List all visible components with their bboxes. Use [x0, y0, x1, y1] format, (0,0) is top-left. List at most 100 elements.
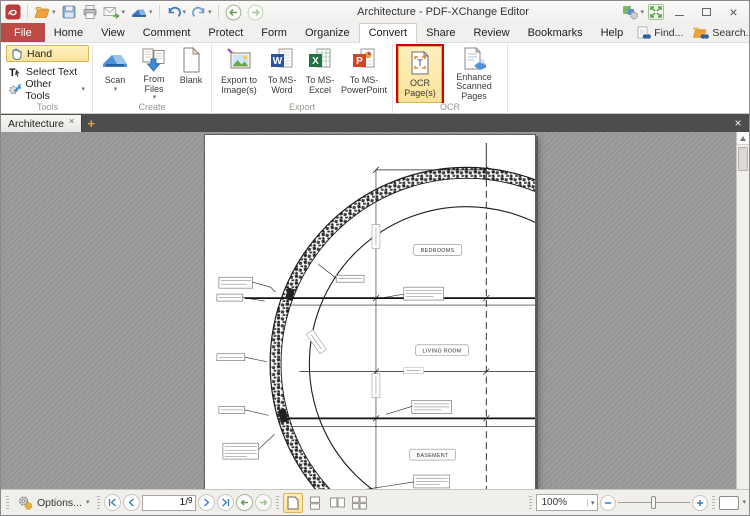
other-tools-icon	[9, 83, 22, 94]
ocr-pages-button[interactable]: T OCR Page(s)	[398, 46, 442, 103]
close-pane-icon[interactable]: ×	[727, 114, 749, 132]
documents-icon	[142, 48, 165, 72]
print-button[interactable]	[80, 3, 100, 21]
dropdown-caret[interactable]: ▾	[122, 9, 126, 16]
find-icon	[637, 26, 652, 39]
gears-icon	[18, 495, 33, 510]
dropdown-caret[interactable]: ▾	[86, 499, 90, 506]
email-button[interactable]: ▾	[101, 3, 128, 21]
options-button[interactable]: Options... ▾	[13, 494, 93, 512]
scan-ribbon-button[interactable]: Scan ▾	[96, 44, 134, 101]
export-to-images-button[interactable]: Export to Image(s)	[215, 44, 263, 101]
room-label-basement: BASEMENT	[409, 448, 456, 461]
tab-protect[interactable]: Protect	[199, 23, 252, 42]
toolbar-grip	[276, 495, 280, 510]
document-canvas[interactable]: BEDROOMS LIVING ROOM BASEMENT	[1, 132, 749, 489]
document-tab-architecture[interactable]: Architecture ×	[1, 115, 83, 132]
tab-convert[interactable]: Convert	[358, 23, 418, 43]
status-bar: Options... ▾ 1/9 100% ▾ ▾	[1, 489, 749, 515]
from-files-button[interactable]: From Files ▾	[134, 44, 174, 101]
slider-handle[interactable]	[650, 496, 656, 509]
new-tab-button[interactable]: +	[82, 114, 100, 132]
vertical-scrollbar[interactable]	[736, 132, 749, 489]
scan-button[interactable]: ▾	[128, 3, 155, 21]
enhance-scanned-pages-button[interactable]: Enhance Scanned Pages	[444, 44, 504, 101]
pdf-page[interactable]: BEDROOMS LIVING ROOM BASEMENT	[204, 134, 536, 489]
scrollbar-thumb[interactable]	[738, 147, 748, 171]
save-button[interactable]	[59, 3, 79, 21]
options-label: Options...	[37, 496, 82, 509]
next-page-button[interactable]	[198, 494, 216, 511]
title-bar: ▾ ▾ ▾ ▾ ▾ Architecture - PDF-XChange Edi…	[1, 1, 749, 23]
to-ms-excel-button[interactable]: X To MS-Excel	[301, 44, 339, 101]
hand-tool-button[interactable]: Hand	[6, 45, 89, 62]
dropdown-caret[interactable]: ▾	[586, 498, 598, 507]
svg-text:BEDROOMS: BEDROOMS	[421, 248, 455, 254]
fit-page-button[interactable]	[719, 495, 740, 510]
single-page-layout-button[interactable]	[283, 492, 304, 513]
svg-text:W: W	[273, 56, 283, 67]
two-page-continuous-layout-button[interactable]	[349, 493, 369, 513]
ui-options-icon[interactable]: ▾	[620, 3, 646, 21]
tab-form[interactable]: Form	[252, 23, 296, 42]
dropdown-caret[interactable]: ▾	[208, 9, 212, 16]
dropdown-caret[interactable]: ▾	[153, 94, 157, 101]
scroll-up-button[interactable]	[737, 132, 749, 145]
undo-button[interactable]: ▾	[164, 3, 189, 21]
svg-text:P: P	[356, 56, 363, 67]
export-image-icon	[227, 48, 251, 69]
find-button[interactable]: Find...	[632, 25, 687, 41]
view-forward-button[interactable]	[255, 494, 273, 511]
tab-close-icon[interactable]: ×	[69, 116, 74, 126]
window-title: Architecture - PDF-XChange Editor	[357, 6, 529, 18]
dropdown-caret[interactable]: ▾	[52, 9, 56, 16]
tab-organize[interactable]: Organize	[296, 23, 359, 42]
tab-share[interactable]: Share	[417, 23, 464, 42]
close-button[interactable]: ×	[720, 3, 747, 21]
previous-page-button[interactable]	[123, 494, 141, 511]
dropdown-caret[interactable]: ▾	[149, 9, 153, 16]
redo-button[interactable]: ▾	[189, 3, 214, 21]
dropdown-caret[interactable]: ▾	[640, 9, 644, 16]
powerpoint-icon: P	[353, 48, 375, 68]
fullscreen-button[interactable]	[646, 3, 666, 21]
zoom-out-button[interactable]	[600, 494, 617, 511]
dropdown-caret[interactable]: ▾	[114, 86, 118, 93]
last-page-button[interactable]	[217, 494, 235, 511]
dropdown-caret[interactable]: ▾	[742, 499, 746, 506]
zoom-in-button[interactable]	[692, 494, 709, 511]
ribbon-group-export: Export to Image(s) W To MS-Word X To MS-…	[212, 44, 393, 113]
to-ms-word-button[interactable]: W To MS-Word	[263, 44, 301, 101]
blank-document-button[interactable]: Blank	[174, 44, 208, 101]
tab-bookmarks[interactable]: Bookmarks	[519, 23, 592, 42]
continuous-layout-button[interactable]	[305, 493, 325, 513]
pdf-xchange-editor-window: ▾ ▾ ▾ ▾ ▾ Architecture - PDF-XChange Edi…	[0, 0, 750, 516]
tab-view[interactable]: View	[92, 23, 134, 42]
room-label-bedrooms: BEDROOMS	[413, 244, 462, 256]
tab-help[interactable]: Help	[592, 23, 633, 42]
zoom-slider[interactable]	[618, 494, 691, 511]
tab-review[interactable]: Review	[464, 23, 518, 42]
zoom-value: 100%	[541, 497, 568, 508]
history-forward-button[interactable]	[245, 3, 266, 21]
maximize-button[interactable]	[693, 3, 720, 21]
search-icon	[693, 27, 710, 39]
toolbar-grip	[529, 495, 533, 510]
two-page-layout-button[interactable]	[327, 493, 347, 513]
zoom-level-select[interactable]: 100% ▾	[536, 494, 599, 511]
history-back-button[interactable]	[223, 3, 244, 21]
search-button[interactable]: Search...	[689, 25, 750, 41]
other-tools-button[interactable]: Other Tools ▾	[6, 78, 89, 102]
tab-comment[interactable]: Comment	[134, 23, 200, 42]
tab-file[interactable]: File	[1, 23, 45, 42]
dropdown-caret[interactable]: ▾	[81, 86, 85, 93]
app-logo-icon	[3, 3, 23, 21]
first-page-button[interactable]	[104, 494, 122, 511]
minimize-button[interactable]	[666, 3, 693, 21]
page-number-input[interactable]: 1/9	[142, 494, 197, 511]
tab-home[interactable]: Home	[45, 23, 92, 42]
to-ms-powerpoint-button[interactable]: P To MS-PowerPoint	[339, 44, 389, 101]
open-file-button[interactable]: ▾	[32, 3, 58, 21]
view-back-button[interactable]	[236, 494, 254, 511]
dropdown-caret[interactable]: ▾	[183, 9, 187, 16]
